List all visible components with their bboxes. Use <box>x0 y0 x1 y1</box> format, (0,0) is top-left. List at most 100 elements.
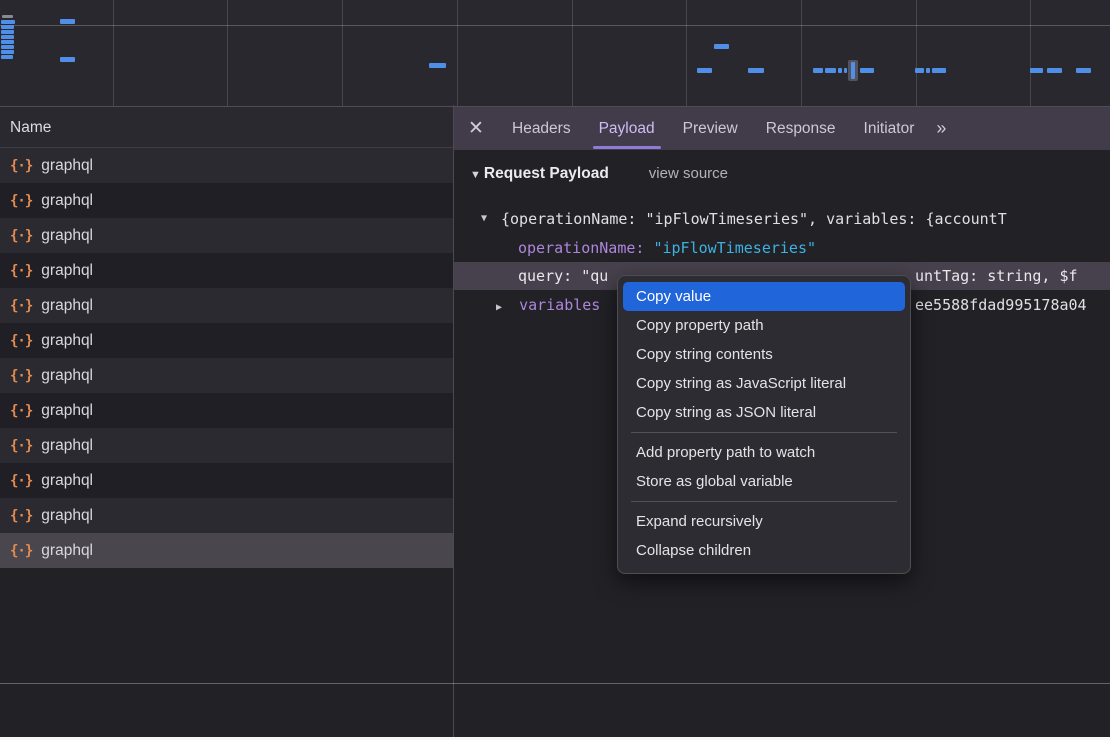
json-braces-icon: {·} <box>10 228 32 244</box>
menu-item-copy-string-as-json-literal[interactable]: Copy string as JSON literal <box>618 398 910 427</box>
tab-headers[interactable]: Headers <box>498 107 585 150</box>
json-braces-icon: {·} <box>10 333 32 349</box>
request-timing-bar <box>844 68 847 73</box>
section-title: Request Payload <box>484 165 609 183</box>
query-fragment-right: untTag: string, $f <box>915 262 1078 290</box>
menu-item-add-property-path-to-watch[interactable]: Add property path to watch <box>618 438 910 467</box>
request-timing-bar <box>1076 68 1091 73</box>
request-timing-bar <box>915 68 924 73</box>
request-list: {·} graphql {·} graphql {·} graphql {·} graphql… <box>0 148 453 568</box>
request-row[interactable]: {·} graphql <box>0 323 453 358</box>
request-timing-bar <box>1 45 14 49</box>
json-braces-icon: {·} <box>10 543 32 559</box>
request-row[interactable]: {·} graphql <box>0 218 453 253</box>
timeline-gridline <box>342 0 343 106</box>
request-timing-bar <box>926 68 930 73</box>
request-row[interactable]: {·}graphql <box>0 463 453 498</box>
request-timing-bar <box>1 20 15 24</box>
request-timing-bar <box>932 68 946 73</box>
request-payload-header: ▼ Request Payload view source <box>470 165 728 183</box>
request-name: graphql <box>41 332 93 350</box>
property-value: "ipFlowTimeseries" <box>653 239 816 257</box>
json-braces-icon: {·} <box>10 473 32 489</box>
request-row[interactable]: {·} graphql <box>0 148 453 183</box>
menu-item-expand-recursively[interactable]: Expand recursively <box>618 507 910 536</box>
request-timing-bar <box>851 62 855 79</box>
request-row[interactable]: {·}graphql <box>0 183 453 218</box>
menu-item-copy-string-contents[interactable]: Copy string contents <box>618 340 910 369</box>
request-row[interactable]: {·} graphql <box>0 288 453 323</box>
request-row[interactable]: {·}graphql <box>0 533 453 568</box>
network-overview-strip[interactable] <box>0 0 1110 107</box>
request-timing-bar <box>1 40 14 44</box>
request-timing-bar <box>1047 68 1062 73</box>
request-name: graphql <box>41 157 93 175</box>
tab-response[interactable]: Response <box>752 107 850 150</box>
request-timing-bar <box>60 19 75 24</box>
request-timing-bar <box>1 35 14 39</box>
request-name: graphql <box>41 367 93 385</box>
request-row[interactable]: {·} graphql <box>0 358 453 393</box>
property-key: operationName: <box>518 239 644 257</box>
expanded-triangle-icon[interactable]: ▼ <box>481 205 487 233</box>
tabs-holder: HeadersPayloadPreviewResponseInitiator <box>498 107 928 150</box>
menu-item-copy-string-as-javascript-literal[interactable]: Copy string as JavaScript literal <box>618 369 910 398</box>
request-name: graphql <box>41 297 93 315</box>
collapse-triangle-icon[interactable]: ▼ <box>470 169 481 181</box>
request-name: graphql <box>41 507 93 525</box>
context-menu: Copy valueCopy property pathCopy string … <box>617 275 911 574</box>
timeline-gridline <box>686 0 687 106</box>
timeline-gridline <box>801 0 802 106</box>
query-fragment-left: query: "qu <box>518 267 608 285</box>
view-source-link[interactable]: view source <box>649 165 728 182</box>
collapsed-triangle-icon[interactable]: ▶ <box>496 302 502 313</box>
json-braces-icon: {·} <box>10 298 32 314</box>
tab-initiator[interactable]: Initiator <box>850 107 929 150</box>
details-tabbar: ✕ HeadersPayloadPreviewResponseInitiator… <box>454 107 1110 150</box>
request-timing-bar <box>1 55 13 59</box>
timeline-gridline <box>572 0 573 106</box>
request-timing-bar <box>1030 68 1043 73</box>
request-timing-bar <box>1 30 14 34</box>
json-braces-icon: {·} <box>10 368 32 384</box>
menu-divider <box>631 501 897 502</box>
timeline-gridline <box>113 0 114 106</box>
tab-preview[interactable]: Preview <box>669 107 752 150</box>
request-timing-bar <box>748 68 764 73</box>
menu-item-collapse-children[interactable]: Collapse children <box>618 536 910 565</box>
overview-row-separator <box>0 25 1110 26</box>
request-timing-bar <box>429 63 446 68</box>
request-row[interactable]: {·}graphql <box>0 393 453 428</box>
request-row[interactable]: {·}graphql <box>0 498 453 533</box>
request-name: graphql <box>41 227 93 245</box>
more-tabs-icon[interactable]: » <box>936 107 944 150</box>
request-timing-bar <box>825 68 836 73</box>
request-name: graphql <box>41 262 93 280</box>
request-row[interactable]: {·} graphql <box>0 428 453 463</box>
json-braces-icon: {·} <box>10 158 32 174</box>
panel-divider[interactable] <box>453 105 454 737</box>
json-braces-icon: {·} <box>10 263 32 279</box>
request-timing-bar <box>860 68 874 73</box>
request-timing-bar <box>2 15 13 18</box>
timeline-gridline <box>227 0 228 106</box>
operation-name-row[interactable]: operationName: "ipFlowTimeseries" <box>454 234 1110 262</box>
request-timing-bar <box>697 68 712 73</box>
request-timing-bar <box>1 25 14 29</box>
request-timing-bar <box>60 57 75 62</box>
close-icon[interactable]: ✕ <box>454 107 498 150</box>
devtools-network-panel: Name {·}graphql{·}graphql{·}graphql{·}gr… <box>0 0 1110 740</box>
request-row[interactable]: {·} graphql <box>0 253 453 288</box>
json-braces-icon: {·} <box>10 438 32 454</box>
request-name: graphql <box>41 437 93 455</box>
menu-item-copy-value[interactable]: Copy value <box>623 282 905 311</box>
request-table-name-header[interactable]: Name <box>0 107 453 148</box>
menu-item-store-as-global-variable[interactable]: Store as global variable <box>618 467 910 496</box>
tab-payload[interactable]: Payload <box>585 107 669 150</box>
request-name: graphql <box>41 192 93 210</box>
payload-root-row[interactable]: ▼ {operationName: "ipFlowTimeseries", va… <box>454 205 1110 233</box>
menu-item-copy-property-path[interactable]: Copy property path <box>618 311 910 340</box>
request-timing-bar <box>1 50 14 54</box>
menu-divider <box>631 432 897 433</box>
timeline-gridline <box>1030 0 1031 106</box>
